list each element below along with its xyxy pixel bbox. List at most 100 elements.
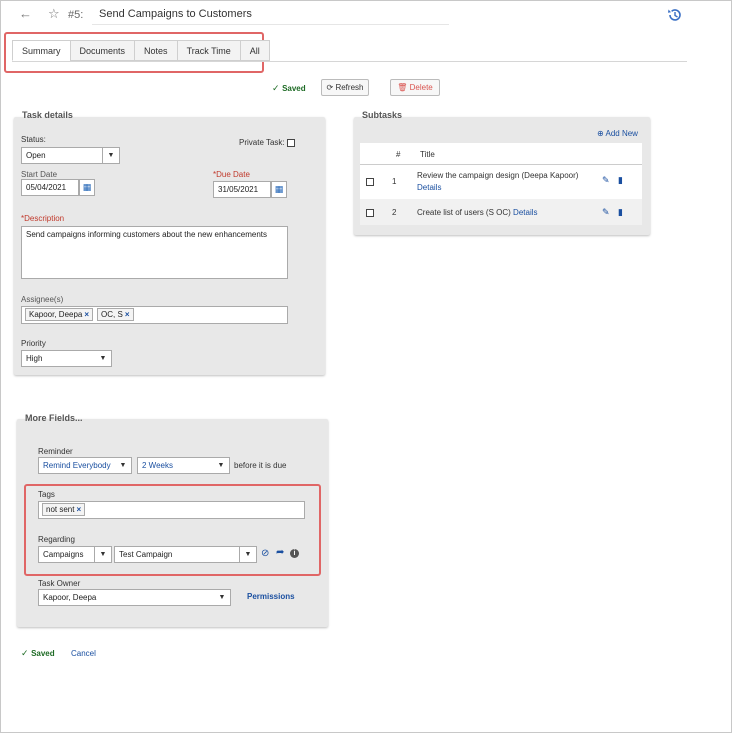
history-icon[interactable] (666, 6, 684, 24)
trash-icon[interactable]: ▮ (618, 175, 623, 186)
refresh-icon: ⟳ (326, 83, 334, 92)
assignees-input[interactable]: Kapoor, Deepa × OC, S × (21, 306, 288, 324)
due-date-input[interactable]: 31/05/2021 (213, 181, 271, 198)
subtask-title: Review the campaign design (Deepa Kapoor… (417, 171, 579, 180)
priority-value: High (26, 354, 43, 363)
tags-input[interactable]: not sent × (38, 501, 305, 519)
pencil-icon[interactable]: ✎ (602, 207, 610, 218)
saved-indicator: ✓ Saved (272, 83, 306, 94)
column-header-title: Title (420, 150, 435, 159)
checkmark-icon: ✓ (272, 83, 280, 93)
tab-divider (12, 61, 687, 62)
status-value: Open (26, 151, 46, 160)
assignee-chip-label: OC, S (101, 310, 123, 319)
chevron-down-icon: ▼ (99, 355, 107, 362)
delete-button[interactable]: 🗑 Delete (390, 79, 440, 96)
tab-documents[interactable]: Documents (69, 40, 136, 61)
reminder-who-value: Remind Everybody (43, 461, 111, 470)
more-fields-legend: More Fields... (25, 413, 83, 423)
subtask-checkbox[interactable] (366, 209, 374, 217)
cancel-link[interactable]: Cancel (71, 649, 96, 658)
due-date-label: *Due Date (213, 170, 250, 179)
description-label: *Description (21, 214, 65, 223)
regarding-type-value: Campaigns (43, 550, 84, 559)
task-number: #5: (68, 9, 84, 21)
footer-saved-indicator: ✓ Saved (21, 648, 55, 659)
reminder-when-select[interactable]: 2 Weeks ▼ (137, 457, 230, 474)
chevron-down-icon: ▼ (94, 547, 111, 562)
trash-icon: 🗑 (397, 83, 408, 92)
regarding-type-select[interactable]: Campaigns ▼ (38, 546, 112, 563)
star-icon[interactable]: ☆ (48, 6, 60, 22)
subtasks-legend: Subtasks (362, 110, 403, 120)
tab-summary[interactable]: Summary (12, 40, 71, 61)
subtask-number: 2 (392, 208, 397, 217)
assignee-chip: Kapoor, Deepa × (25, 308, 94, 321)
close-icon[interactable]: × (125, 310, 130, 319)
chevron-down-icon: ▼ (217, 462, 225, 469)
share-arrow-icon[interactable]: ➦ (276, 547, 284, 558)
task-owner-label: Task Owner (38, 579, 81, 588)
reminder-label: Reminder (38, 447, 73, 456)
trash-icon[interactable]: ▮ (618, 207, 623, 218)
chevron-down-icon: ▼ (239, 547, 256, 562)
priority-label: Priority (21, 339, 46, 348)
regarding-label: Regarding (38, 535, 75, 544)
chevron-down-icon: ▼ (119, 462, 127, 469)
assignee-chip: OC, S × (97, 308, 134, 321)
reminder-when-value: 2 Weeks (142, 461, 173, 470)
subtask-number: 1 (392, 177, 397, 186)
add-new-subtask-link[interactable]: ⊕ Add New (597, 129, 638, 138)
subtask-title: Create list of users (S OC) (417, 208, 511, 217)
task-details-legend: Task details (22, 110, 73, 120)
tag-chip: not sent × (42, 503, 86, 516)
tab-notes[interactable]: Notes (134, 40, 178, 61)
start-date-input[interactable]: 05/04/2021 (21, 179, 79, 196)
info-icon[interactable]: i (290, 549, 299, 558)
task-title[interactable]: Send Campaigns to Customers (99, 8, 252, 20)
subtask-details-link[interactable]: Details (513, 208, 537, 217)
reminder-suffix: before it is due (234, 461, 287, 470)
refresh-label: Refresh (335, 83, 364, 92)
refresh-button[interactable]: ⟳ Refresh (321, 79, 369, 96)
add-new-label: Add New (605, 129, 638, 138)
tab-all[interactable]: All (239, 40, 270, 61)
title-underline (92, 24, 449, 25)
delete-label: Delete (409, 83, 433, 92)
subtask-checkbox[interactable] (366, 178, 374, 186)
priority-select[interactable]: High ▼ (21, 350, 112, 367)
regarding-value: Test Campaign (119, 550, 173, 559)
task-owner-select[interactable]: Kapoor, Deepa ▼ (38, 589, 231, 606)
assignees-label: Assignee(s) (21, 295, 64, 304)
regarding-value-select[interactable]: Test Campaign ▼ (114, 546, 257, 563)
private-task-checkbox[interactable] (287, 139, 295, 147)
table-row (360, 165, 642, 198)
close-icon[interactable]: × (76, 505, 81, 514)
back-arrow-icon[interactable]: ← (19, 6, 32, 21)
column-header-number: # (396, 150, 401, 159)
permissions-link[interactable]: Permissions (247, 592, 295, 601)
saved-label: Saved (282, 84, 306, 93)
calendar-icon[interactable]: ▦ (271, 181, 287, 198)
reminder-who-select[interactable]: Remind Everybody ▼ (38, 457, 132, 474)
subtask-title-line: Create list of users (S OC) Details (417, 208, 538, 217)
chevron-down-icon: ▼ (102, 148, 119, 163)
private-task-label: Private Task: (239, 138, 285, 147)
description-textarea[interactable]: Send campaigns informing customers about… (21, 226, 288, 279)
tag-chip-label: not sent (46, 505, 75, 514)
plus-circle-icon: ⊕ (597, 129, 604, 138)
pencil-icon[interactable]: ✎ (602, 175, 610, 186)
tab-track-time[interactable]: Track Time (176, 40, 241, 61)
close-icon[interactable]: × (84, 310, 89, 319)
clear-icon[interactable]: ⊘ (261, 548, 269, 559)
subtask-details-link[interactable]: Details (417, 183, 441, 192)
footer-saved-label: Saved (31, 649, 55, 658)
tags-label: Tags (38, 490, 55, 499)
status-label: Status: (21, 135, 46, 144)
calendar-icon[interactable]: ▦ (79, 179, 95, 196)
start-date-label: Start Date (21, 170, 58, 179)
checkmark-icon: ✓ (21, 648, 29, 658)
tab-bar: Summary Documents Notes Track Time All (12, 40, 270, 61)
status-select[interactable]: Open ▼ (21, 147, 120, 164)
chevron-down-icon: ▼ (218, 594, 226, 601)
